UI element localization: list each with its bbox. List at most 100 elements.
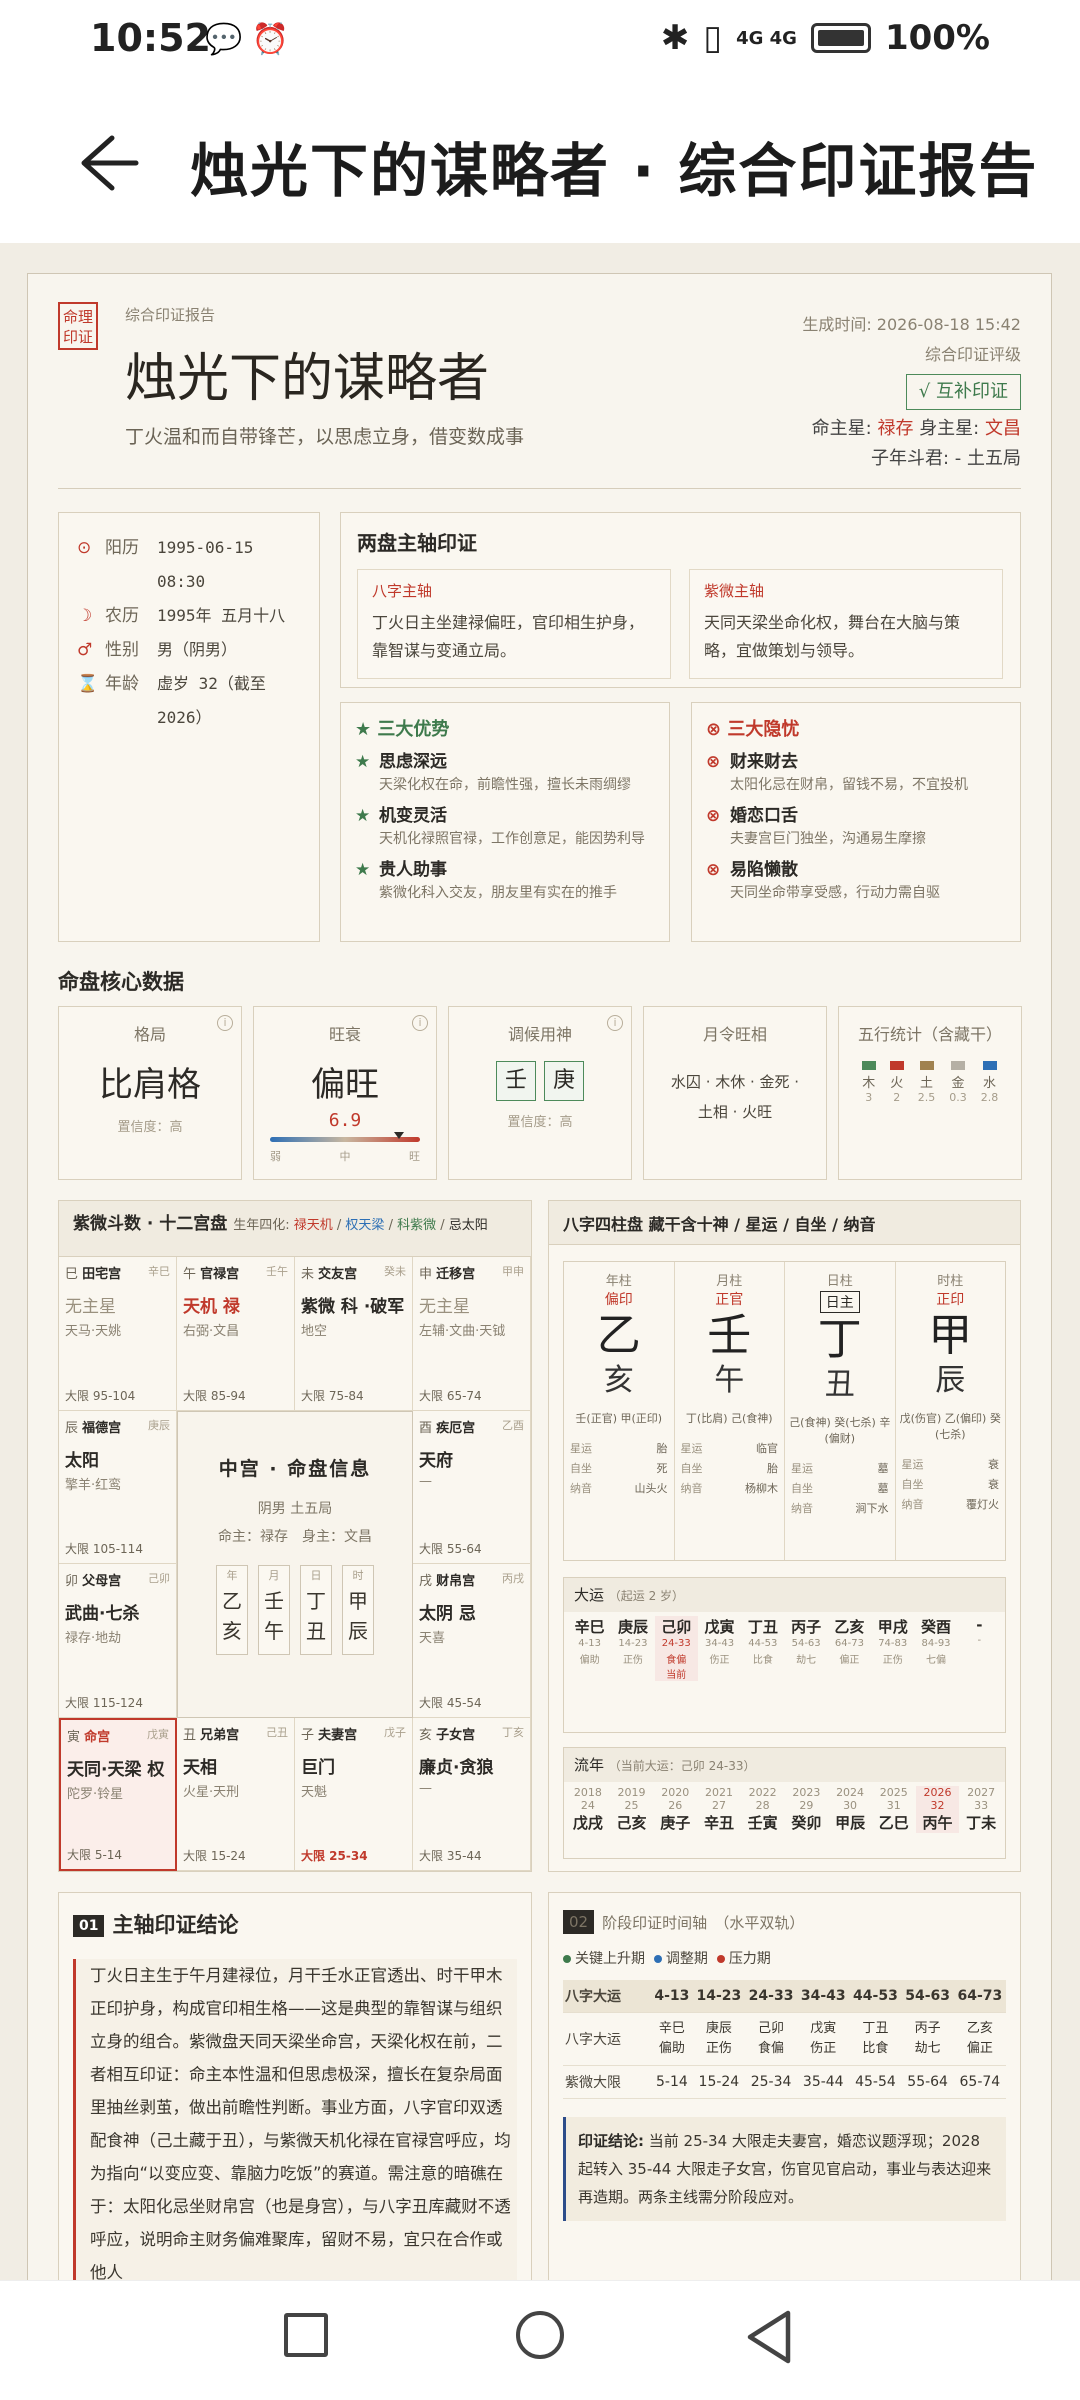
palace-title: 迁移宫 [436,1267,476,1282]
dayun-item[interactable]: -- [958,1616,1001,1681]
da-xian: 大限 15-24 [183,1849,246,1863]
battery-icon [810,23,871,53]
system-nav-bar [0,2280,1080,2400]
palace-branch: 寅 [67,1729,85,1745]
palace-cell[interactable]: 亥 子女宫 丁亥 廉贞·贪狼 — 大限 35-44 [413,1717,531,1871]
main-star: 太阴 忌 [419,1604,476,1624]
palace-name: 酉 疾厄宫 乙酉 [419,1417,524,1436]
info-icon[interactable]: i [607,1015,623,1031]
four-pillars: 年柱 偏印乙亥壬(正官) 甲(正印) 星运胎自坐死纳音 山头火 月柱 正官壬午丁(比肩) … [563,1261,1006,1561]
palace-cell[interactable]: 申 迁移宫 甲申 无主星 左辅·文曲·天钺 大限 65-74 [413,1257,531,1411]
recents-button[interactable] [284,2313,328,2357]
tiaohou-card[interactable]: i 调候用神 壬庚 置信度：高 [448,1006,632,1180]
da-xian: 大限 45-54 [419,1695,482,1710]
palace-title: 兄弟宫 [200,1727,240,1743]
info-row: ♂ 性别 男（阴男） [77,633,301,667]
pillar-attr: 星运 临官 [680,1442,779,1455]
dayun-item[interactable]: 辛巳 4-13 偏助 [568,1616,611,1681]
palace-cell[interactable]: 卯 父母宫 己卯 武曲·七杀 禄存·地劫 大限 115-124 [59,1564,177,1718]
center-pillars: 年乙亥 月壬午 日丁丑 时甲辰 [178,1564,412,1655]
battery-percent: 100% [884,18,990,58]
info-icon[interactable]: i [217,1015,233,1031]
palace-cell[interactable]: 未 交友宫 癸未 紫微 科 ·破军 地空 大限 75-84 [295,1257,413,1411]
da-xian: 大限 65-74 [419,1388,482,1403]
minor-stars: 天马·天姚 [65,1324,122,1339]
liunian-item[interactable]: 2025 31 乙巳 [872,1786,916,1833]
liunian-item[interactable]: 2026 32 丙午 [915,1786,960,1833]
wuxing-item: 木3 [861,1061,876,1104]
ten-god: 正官 [715,1292,744,1308]
minor-stars: 擎羊·红鸾 [65,1477,122,1493]
app-bar: 烛光下的谋略者 · 综合印证报告 [0,100,1080,230]
cross-circle-icon: ⊗ [706,806,721,826]
report-label: 综合印证报告 [125,306,216,324]
wuxing-swatch [951,1061,965,1070]
dayun-item[interactable]: 戊寅 34-43 伤正 [698,1616,741,1681]
pillar-label: 日柱 [826,1274,853,1289]
palace-stem: 甲申 [502,1265,524,1278]
liunian-item[interactable]: 2019 25 己亥 [610,1786,654,1833]
palace-branch: 酉 [419,1420,437,1436]
palace-branch: 子 [301,1727,319,1743]
yueling-card: 月令旺相 水囚 · 木休 · 金死 · 土相 · 火旺 [643,1006,827,1180]
palace-cell[interactable]: 戌 财帛宫 丙戌 太阴 忌天喜 大限 45-54 [413,1564,531,1718]
status-bar: 10:52 💬 ⏰ ✱ ▯ 4G 4G 100% [0,0,1080,80]
dayun-item[interactable]: 甲戌 74-83 正伤 [871,1616,914,1681]
pillar-attr: 自坐胎 [680,1462,779,1475]
dayun-item[interactable]: 乙亥 64-73 偏正 [828,1616,871,1681]
section-heading: 命盘核心数据 [58,970,184,994]
main-star: 巨门 [301,1757,335,1778]
axis-card: 两盘主轴印证 八字主轴 丁火日主坐建禄偏旺，官印相生护身，靠智谋与变通立局。 紫… [340,512,1021,688]
ten-god: 偏印 [604,1292,633,1308]
liunian-item[interactable]: 2022 28 壬寅 [741,1786,785,1833]
star-icon: ★ [355,752,371,772]
report-subtitle: 丁火温和而自带锋芒，以思虑立身，借变数成事 [125,426,525,448]
main-star: 武曲·七杀 [65,1604,140,1624]
liunian-item[interactable]: 2021 27 辛丑 [697,1786,741,1833]
palace-cell[interactable]: 子 夫妻宫 戊子 巨门 天魁 大限 25-34 [295,1717,413,1871]
palace-branch: 卯 [65,1574,83,1589]
palace-name: 亥 子女宫 丁亥 [419,1724,524,1743]
dayun-item[interactable]: 己卯 24-33 食偏 当前 [654,1616,698,1681]
wuxing-name: 火 [890,1076,904,1091]
home-button[interactable] [516,2311,564,2359]
minor-stars: 地空 [301,1324,328,1339]
da-xian: 大限 25-34 [301,1849,368,1863]
dayun-item[interactable]: 癸酉 84-93 七偏 [914,1616,957,1681]
palace-cell[interactable]: 午 官禄宫 壬午 天机 禄右弼·文昌 大限 85-94 [177,1257,295,1411]
palace-cell[interactable]: 寅 命宫 戊寅 天同·天梁 权陀罗·铃星 大限 5-14 [59,1717,177,1871]
liunian-item[interactable]: 2024 30 甲辰 [828,1786,872,1833]
palace-cell[interactable]: 巳 田宅宫 辛巳 无主星 天马·天姚 大限 95-104 [59,1257,177,1411]
pillar-attr: 纳音 覆灯火 [901,1498,1000,1511]
info-row: ⊙ 阳历 1995-06-15 08:30 [77,531,301,599]
content-scroll[interactable]: 命理印证 综合印证报告 烛光下的谋略者 丁火温和而自带锋芒，以思虑立身，借变数成… [0,243,1080,2280]
liunian-item[interactable]: 2020 26 庚子 [653,1786,697,1833]
palace-title: 田宅宫 [82,1267,122,1282]
wuxing-swatch [861,1061,876,1070]
wangshuai-card[interactable]: i 旺衰 偏旺 6.9 弱中旺 [253,1006,437,1180]
back-button[interactable] [744,2309,794,2365]
strength-bar [270,1132,420,1142]
palace-cell[interactable]: 辰 福德宫 庚辰 太阳 擎羊·红鸾 大限 105-114 [59,1410,177,1564]
palace-cell[interactable]: 酉 疾厄宫 乙酉 天府 — 大限 55-64 [413,1410,531,1564]
pillar: 月柱 正官壬午丁(比肩) 己(食神) 星运 临官 自坐胎纳音 杨柳木 [675,1262,785,1560]
star-icon: ★ [355,806,371,826]
da-xian: 大限 105-114 [65,1542,143,1556]
pillar: 年柱 偏印乙亥壬(正官) 甲(正印) 星运胎自坐死纳音 山头火 [564,1262,675,1560]
palace-name: 未 交友宫 癸未 [301,1263,406,1282]
dayun-item[interactable]: 丁丑 44-53 比食 [741,1616,784,1681]
dayun-item[interactable]: 庚辰 14-23 正伤 [611,1616,654,1681]
palace-title: 子女宫 [436,1727,476,1743]
star-icon: ★ [355,860,371,880]
info-icon[interactable]: i [412,1015,428,1031]
palace-name: 寅 命宫 戊寅 [67,1726,169,1745]
geju-card[interactable]: i 格局 比肩格 置信度：高 [58,1006,242,1180]
palace-name: 午 官禄宫 壬午 [183,1263,288,1282]
back-arrow-icon[interactable] [72,128,142,198]
liunian-item[interactable]: 2027 33 丁未 [959,1786,1003,1833]
list-item: ★ 机变灵活 天机化禄照官禄，工作创意足，能因势利导 [355,806,645,847]
palace-cell[interactable]: 丑 兄弟宫 己丑 天相 火星·天刑 大限 15-24 [177,1717,295,1871]
liunian-item[interactable]: 2018 24 戊戌 [566,1786,610,1833]
liunian-item[interactable]: 2023 29 癸卯 [785,1786,829,1833]
dayun-item[interactable]: 丙子 54-63 劫七 [784,1616,827,1681]
